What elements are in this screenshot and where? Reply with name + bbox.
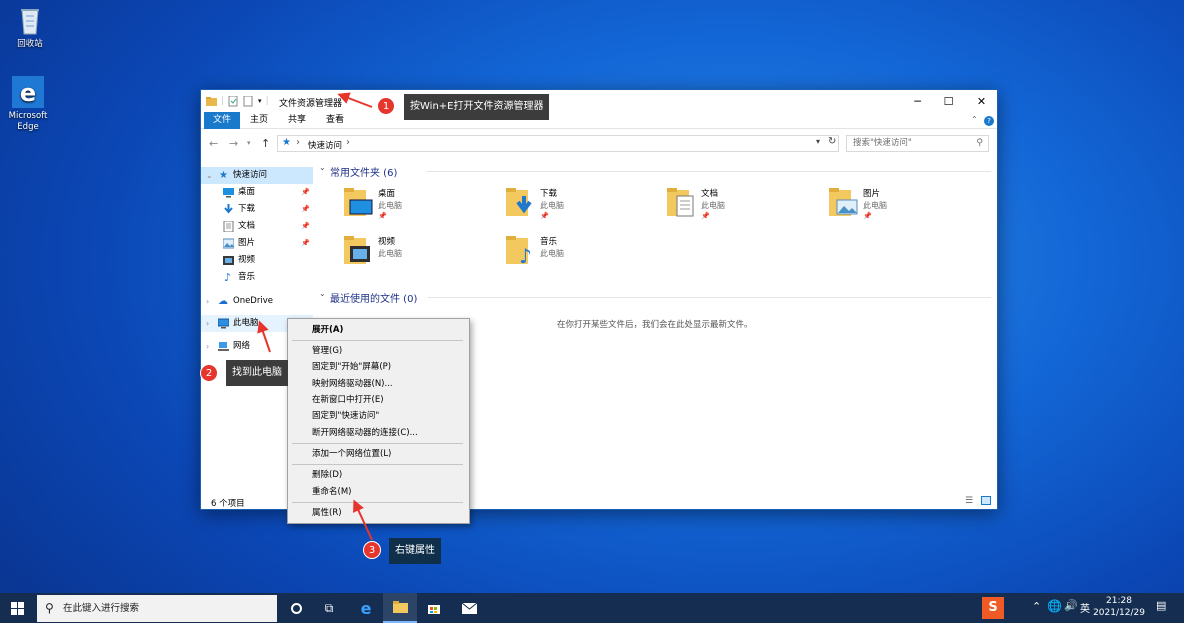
mail-icon xyxy=(461,602,477,614)
start-button[interactable] xyxy=(0,593,34,623)
annotation-arrow-1 xyxy=(337,92,373,108)
ime-indicator[interactable]: 英 xyxy=(1080,600,1090,615)
notification-icon[interactable]: ▤ xyxy=(1156,599,1166,612)
taskbar-store-button[interactable] xyxy=(417,593,451,623)
clock-time: 21:28 xyxy=(1106,596,1132,606)
annotation-badge-2: 2 xyxy=(200,364,218,382)
folder-icon xyxy=(392,601,408,613)
taskbar-search-placeholder: 在此键入进行搜索 xyxy=(63,603,140,614)
taskbar-search-input[interactable]: ⚲ 在此键入进行搜索 xyxy=(37,595,277,622)
annotation-arrow-2 xyxy=(257,320,271,353)
taskbar-mail-button[interactable] xyxy=(452,593,486,623)
network-globe-icon[interactable]: 🌐 xyxy=(1047,599,1062,613)
cortana-button[interactable] xyxy=(279,593,313,623)
annotation-badge-3: 3 xyxy=(363,541,381,559)
taskbar-file-explorer-button[interactable] xyxy=(383,593,417,623)
task-view-button[interactable]: ⧉ xyxy=(312,593,346,623)
task-view-icon: ⧉ xyxy=(324,600,334,615)
taskbar-edge-button[interactable]: e xyxy=(349,593,383,623)
taskbar: ⚲ 在此键入进行搜索 ⧉ e S ⌃ 🌐 🔊 英 21:28 2021/12/2… xyxy=(0,593,1184,623)
annotation-tooltip-2: 找到此电脑 xyxy=(226,360,288,386)
annotation-arrows xyxy=(257,92,373,541)
app-s-icon: S xyxy=(982,597,1004,619)
clock[interactable]: 21:28 2021/12/29 xyxy=(1092,595,1146,619)
store-bag-icon xyxy=(428,605,440,614)
taskbar-app-button[interactable]: S xyxy=(976,593,1010,623)
clock-date: 2021/12/29 xyxy=(1093,608,1145,618)
annotation-badge-1: 1 xyxy=(377,97,395,115)
volume-icon[interactable]: 🔊 xyxy=(1064,599,1078,612)
annotation-tooltip-3: 右键属性 xyxy=(389,538,441,564)
annotation-arrow-3 xyxy=(353,499,373,541)
search-icon: ⚲ xyxy=(45,601,54,615)
show-hidden-icons-icon[interactable]: ⌃ xyxy=(1032,600,1041,613)
edge-icon: e xyxy=(360,598,372,618)
circle-icon xyxy=(290,602,302,614)
windows-logo-icon xyxy=(10,601,24,615)
annotation-tooltip-1: 按Win+E打开文件资源管理器 xyxy=(404,94,550,120)
